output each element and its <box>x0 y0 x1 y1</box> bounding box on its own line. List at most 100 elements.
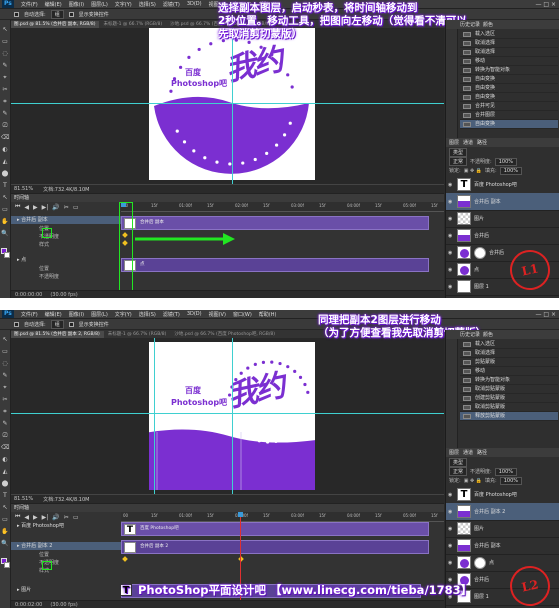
quick-select-tool-icon[interactable]: ✎ <box>1 372 9 379</box>
visibility-eye-icon[interactable]: ◉ <box>448 560 454 566</box>
auto-select-checkbox[interactable] <box>14 11 19 17</box>
guide-horizontal[interactable] <box>11 103 444 104</box>
layer-name[interactable]: 点 <box>489 559 494 566</box>
timeline-property-0[interactable]: 位置 <box>11 266 121 273</box>
history-item[interactable]: 释放剪贴蒙版 <box>460 412 558 421</box>
fill-input[interactable]: 100% <box>499 476 522 485</box>
lock-icon[interactable]: ▣ ✥ 🔒 <box>464 168 482 174</box>
timeline-track[interactable]: 合并后 副本 <box>121 216 429 230</box>
history-item[interactable]: 取消选择 <box>460 349 558 358</box>
split-icon[interactable]: ✂ <box>64 514 69 521</box>
layer-name[interactable]: 图片 <box>474 215 484 222</box>
timeline-ruler[interactable]: 0015f01:00f15f02:00f15f03:00f15f04:00f15… <box>121 202 444 212</box>
history-item[interactable]: 自由变换 <box>460 93 558 102</box>
timeline-layer-row[interactable]: ▸ 点 <box>11 256 121 264</box>
type-tool-icon[interactable]: T <box>1 182 9 189</box>
layer-row[interactable]: ◉ T 百度 Photoshop吧 <box>446 486 559 504</box>
move-tool-icon[interactable]: ↖ <box>1 26 9 33</box>
visibility-eye-icon[interactable]: ◉ <box>448 199 454 205</box>
marquee-tool-icon[interactable]: ▭ <box>1 348 9 355</box>
zoom-level[interactable]: 81.51% <box>14 496 33 502</box>
layers-tab[interactable]: 路径 <box>477 449 487 456</box>
healing-tool-icon[interactable]: ⌗ <box>1 408 9 415</box>
split-icon[interactable]: ✂ <box>64 204 69 211</box>
history-item[interactable]: 转换为智能对象 <box>460 66 558 75</box>
blend-mode-select[interactable]: 正常 <box>449 467 468 476</box>
menu-item[interactable]: 3D(D) <box>187 311 202 317</box>
timeline-layer-row[interactable]: ▸ 合并后 副本 <box>11 216 121 224</box>
history-item[interactable]: 取消选择 <box>460 48 558 57</box>
layer-row[interactable]: ◉ 合并后 副本 2 <box>446 503 559 521</box>
history-item[interactable]: 移动 <box>460 57 558 66</box>
fill-input[interactable]: 100% <box>499 166 522 175</box>
document-tab[interactable]: 未标题-1 @ 66.7% (RGB/8) <box>99 21 166 28</box>
menu-item[interactable]: 窗口(W) <box>233 311 252 318</box>
menu-item[interactable]: 视图(V) <box>209 311 226 318</box>
history-item[interactable]: 合并图层 <box>460 111 558 120</box>
layer-name[interactable]: 合并后 <box>489 249 504 256</box>
visibility-eye-icon[interactable]: ◉ <box>448 284 454 290</box>
document-tab[interactable]: 沙地.psd @ 66.7% (百度 Photoshop吧, RGB/8) <box>170 331 279 338</box>
opacity-input[interactable]: 100% <box>494 157 517 166</box>
eraser-tool-icon[interactable]: ⌫ <box>1 134 9 141</box>
menu-item[interactable]: 选择(S) <box>139 311 156 318</box>
history-tab[interactable]: 历史记录 <box>460 21 480 28</box>
brush-tool-icon[interactable]: ✎ <box>1 110 9 117</box>
history-item[interactable]: 自由变换 <box>460 84 558 93</box>
history-item[interactable]: 自由变换 <box>460 120 558 129</box>
pen-tool-icon[interactable]: ⬤ <box>1 480 9 487</box>
menu-item[interactable]: 帮助(H) <box>259 311 277 318</box>
dodge-tool-icon[interactable]: ◭ <box>1 158 9 165</box>
play-icon[interactable]: ▶ <box>33 204 38 211</box>
menu-item[interactable]: 图层(L) <box>91 311 108 318</box>
layer-row[interactable]: ◉ 合并后 副本 <box>446 193 559 211</box>
timeline-track[interactable]: 点 <box>121 258 429 272</box>
layer-row[interactable]: ◉ 合并后 <box>446 227 559 245</box>
shape-tool-icon[interactable]: ▭ <box>1 516 9 523</box>
timeline-ruler[interactable]: 0015f01:00f15f02:00f15f03:00f15f04:00f15… <box>121 512 444 522</box>
hand-tool-icon[interactable]: ✋ <box>1 528 9 535</box>
dodge-tool-icon[interactable]: ◭ <box>1 468 9 475</box>
timeline-property-1[interactable]: 不透明度 <box>11 560 121 567</box>
background-color-swatch[interactable] <box>4 252 10 258</box>
first-frame-icon[interactable]: ⏮ <box>15 203 20 211</box>
auto-select-target[interactable]: 组 <box>50 319 64 329</box>
layers-tab[interactable]: 通道 <box>463 139 473 146</box>
history-item[interactable]: 载入选区 <box>460 340 558 349</box>
timeline-property-2[interactable]: 样式 <box>11 568 121 575</box>
timeline-layer-row[interactable]: ▸ 图片 <box>11 586 121 594</box>
layers-tab[interactable]: 路径 <box>477 139 487 146</box>
layer-row[interactable]: ◉ T 百度 Photoshop吧 <box>446 176 559 194</box>
visibility-eye-icon[interactable]: ◉ <box>448 492 454 498</box>
menu-item[interactable]: 选择(S) <box>139 1 156 8</box>
document-tab[interactable]: 未标题-1 @ 66.7% (RGB/8) <box>104 331 171 338</box>
layers-tab[interactable]: 图层 <box>449 139 459 146</box>
menu-item[interactable]: 图像(I) <box>69 311 84 318</box>
next-frame-icon[interactable]: ▶| <box>42 514 49 521</box>
auto-select-checkbox[interactable] <box>14 321 19 327</box>
eyedropper-tool-icon[interactable]: ✂ <box>1 396 9 403</box>
history-tab[interactable]: 颜色 <box>483 21 493 28</box>
guide-vertical[interactable] <box>232 338 233 494</box>
history-item[interactable]: 移动 <box>460 367 558 376</box>
show-transform-checkbox[interactable] <box>68 321 74 327</box>
layer-name[interactable]: 合并后 副本 <box>474 198 501 205</box>
menu-item[interactable]: 文字(Y) <box>115 311 132 318</box>
brush-tool-icon[interactable]: ✎ <box>1 420 9 427</box>
layer-row[interactable]: ◉ 图片 <box>446 210 559 228</box>
history-item[interactable]: 取消剪贴蒙版 <box>460 403 558 412</box>
visibility-eye-icon[interactable]: ◉ <box>448 267 454 273</box>
timeline-layer-row[interactable]: ▸ 百度 Photoshop吧 <box>11 522 121 530</box>
eyedropper-tool-icon[interactable]: ✂ <box>1 86 9 93</box>
layer-name[interactable]: 合并后 <box>474 576 489 583</box>
visibility-eye-icon[interactable]: ◉ <box>448 182 454 188</box>
menu-item[interactable]: 滤镜(T) <box>163 1 180 8</box>
layer-name[interactable]: 点 <box>474 266 479 273</box>
window-controls[interactable]: — □ × <box>535 0 556 9</box>
marquee-tool-icon[interactable]: ▭ <box>1 38 9 45</box>
show-transform-checkbox[interactable] <box>68 11 74 17</box>
lasso-tool-icon[interactable]: ◌ <box>1 360 9 367</box>
timeline-layer-row[interactable]: ▸ 合并后 副本 2 <box>11 542 121 550</box>
healing-tool-icon[interactable]: ⌗ <box>1 98 9 105</box>
hand-tool-icon[interactable]: ✋ <box>1 218 9 225</box>
